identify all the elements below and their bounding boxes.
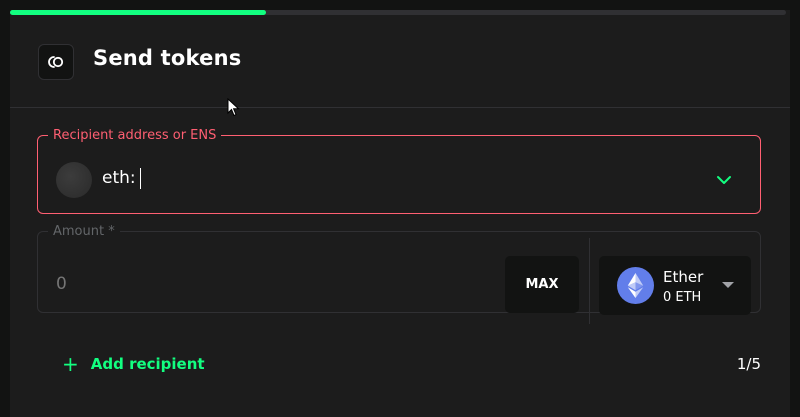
back-arrow-icon [48, 56, 64, 68]
caret-down-icon [722, 282, 734, 288]
recipient-field[interactable]: Recipient address or ENS eth: [37, 129, 761, 214]
token-name: Ether [663, 268, 704, 286]
amount-input[interactable] [56, 274, 476, 294]
max-button[interactable]: MAX [505, 256, 579, 313]
progress-bar [10, 10, 786, 15]
amount-field[interactable]: Amount * MAX Ether 0 ETH [37, 224, 761, 324]
chain-prefix: eth: [102, 168, 136, 188]
ethereum-icon [617, 267, 654, 304]
page-title: Send tokens [93, 46, 242, 70]
text-cursor [140, 168, 141, 189]
plus-icon: + [62, 352, 79, 376]
progress-bar-fill [10, 10, 267, 15]
token-divider [589, 238, 590, 324]
mouse-pointer-icon [227, 98, 240, 117]
chevron-down-icon[interactable] [714, 172, 734, 188]
add-recipient-label: Add recipient [90, 355, 205, 373]
amount-field-label: Amount * [53, 224, 115, 239]
recipient-counter: 1/5 [736, 355, 761, 373]
token-balance: 0 ETH [663, 290, 702, 305]
recipient-avatar [56, 162, 92, 198]
token-selector[interactable]: Ether 0 ETH [599, 256, 751, 315]
back-button[interactable] [38, 44, 74, 80]
recipient-field-label: Recipient address or ENS [53, 128, 217, 143]
add-recipient-button[interactable]: + Add recipient [62, 352, 205, 376]
header-divider [10, 107, 790, 108]
